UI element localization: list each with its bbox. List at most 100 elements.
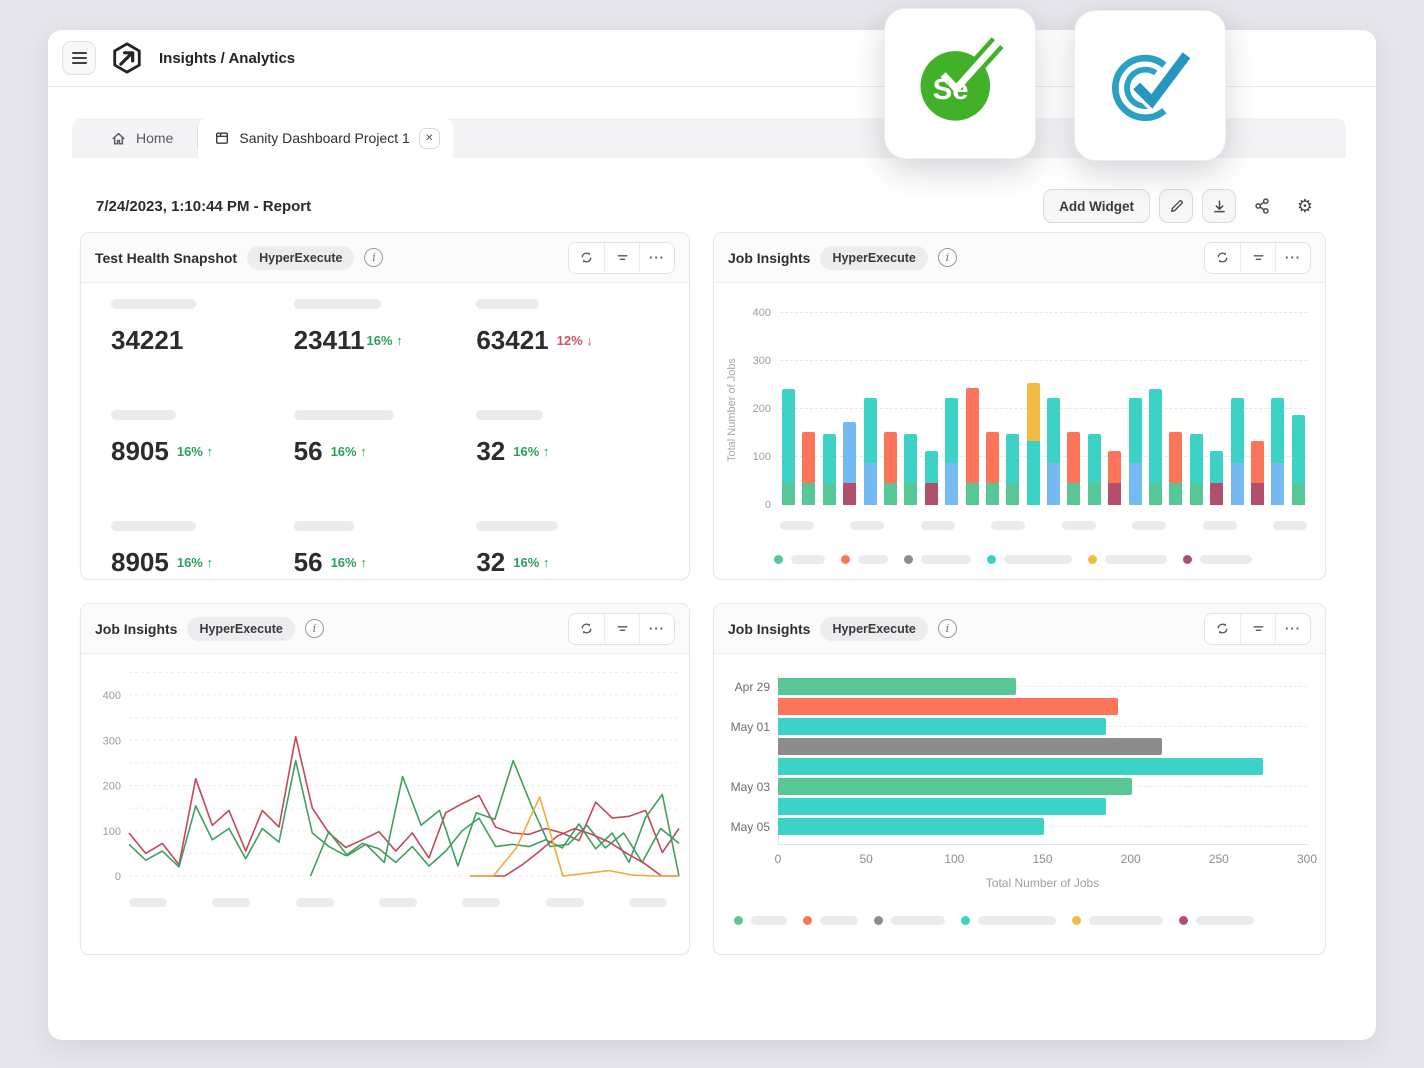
legend-item[interactable] — [1183, 555, 1252, 564]
legend-item[interactable] — [961, 916, 1056, 925]
filter-button[interactable] — [604, 242, 639, 273]
filter-icon — [1253, 255, 1263, 260]
edit-button[interactable] — [1159, 189, 1193, 223]
filter-button[interactable] — [1240, 613, 1275, 644]
tab-active-dashboard[interactable]: Sanity Dashboard Project 1 ✕ — [198, 118, 453, 158]
legend-item[interactable] — [841, 555, 888, 564]
widget-title: Job Insights — [728, 620, 811, 637]
x-label-skeleton — [1202, 521, 1237, 530]
legend-item[interactable] — [1179, 916, 1254, 925]
legend-item[interactable] — [1088, 555, 1167, 564]
widget-test-health-snapshot: Test Health Snapshot HyperExecute i ··· … — [80, 232, 690, 580]
bar-segment — [822, 434, 836, 484]
bar-segment — [1189, 434, 1203, 484]
bar-segment — [985, 432, 999, 484]
widget-title: Test Health Snapshot — [95, 249, 238, 266]
stacked-bar — [802, 432, 816, 505]
selenium-card[interactable]: Se — [884, 8, 1036, 159]
hyperexecute-badge: HyperExecute — [187, 616, 295, 641]
bar-segment — [1169, 483, 1183, 505]
y-tick-label: 200 — [103, 781, 121, 793]
x-label-skeleton — [378, 898, 417, 907]
ellipsis-icon: ··· — [1285, 621, 1301, 636]
stacked-bar — [1291, 415, 1305, 505]
legend-item[interactable] — [1072, 916, 1163, 925]
filter-button[interactable] — [1240, 242, 1275, 273]
legend-item[interactable] — [987, 555, 1072, 564]
stat-delta: 16% ↑ — [330, 555, 367, 570]
legend-item[interactable] — [904, 555, 971, 564]
refresh-icon — [1217, 252, 1228, 263]
stat-block: 32 16% ↑ — [476, 521, 659, 578]
bar-row — [778, 718, 1307, 735]
legend-item[interactable] — [734, 916, 787, 925]
widget-actions: ··· — [568, 612, 675, 645]
download-button[interactable] — [1202, 189, 1236, 223]
pencil-icon — [1170, 199, 1183, 212]
info-icon[interactable]: i — [937, 248, 957, 267]
refresh-button[interactable] — [1205, 613, 1240, 644]
widget-title: Job Insights — [728, 249, 811, 266]
widget-actions: ··· — [568, 241, 675, 274]
bar-segment — [965, 388, 979, 484]
stat-label-skeleton — [293, 299, 381, 309]
stat-delta: 16% ↑ — [366, 333, 403, 348]
stat-label-skeleton — [111, 410, 176, 420]
legend-label-skeleton — [891, 916, 945, 925]
x-label-skeleton — [1272, 521, 1307, 530]
selenium-logo-icon: Se — [920, 36, 1004, 121]
bar-segment — [1006, 434, 1020, 484]
refresh-button[interactable] — [1205, 242, 1240, 273]
more-options-button[interactable]: ··· — [1275, 613, 1310, 644]
x-axis-loading-labels — [129, 898, 667, 907]
widget-job-insights-horizontal-bar: Job Insights HyperExecute i ··· Total Nu… — [713, 603, 1326, 955]
stat-label-skeleton — [293, 410, 394, 420]
codeception-logo-icon — [1112, 49, 1194, 121]
report-header: 7/24/2023, 1:10:44 PM - Report Add Widge… — [96, 188, 1322, 224]
y-tick-label: 100 — [103, 826, 121, 838]
stat-delta: 16% ↑ — [176, 444, 213, 459]
x-label-skeleton — [850, 521, 885, 530]
legend-item[interactable] — [874, 916, 945, 925]
legend-label-skeleton — [1105, 555, 1167, 564]
stat-value-row: 32 16% ↑ — [476, 436, 659, 467]
more-options-button[interactable]: ··· — [1275, 242, 1310, 273]
legend-item[interactable] — [774, 555, 825, 564]
info-icon[interactable]: i — [304, 619, 324, 638]
h-bar — [778, 798, 1106, 815]
line-series — [128, 735, 680, 866]
legend-dot — [961, 916, 970, 925]
chart-legend — [734, 916, 1254, 925]
add-widget-button[interactable]: Add Widget — [1043, 189, 1150, 223]
bar-segment — [1067, 432, 1081, 484]
legend-label-skeleton — [791, 555, 825, 564]
chart-legend — [774, 555, 1252, 564]
home-icon — [112, 132, 125, 145]
filter-button[interactable] — [604, 613, 639, 644]
refresh-button[interactable] — [569, 613, 604, 644]
x-tick-label: 0 — [774, 852, 782, 866]
stat-value-row: 34221 — [111, 325, 294, 356]
ellipsis-icon: ··· — [649, 250, 665, 265]
bar-segment — [945, 463, 959, 505]
tab-home[interactable]: Home — [72, 118, 197, 158]
stat-value-row: 56 16% ↑ — [294, 436, 477, 467]
stacked-bar-chart: 0 100 200 300 400 — [753, 307, 1307, 511]
share-button[interactable] — [1245, 189, 1279, 223]
x-label-skeleton — [991, 521, 1026, 530]
stacked-bar — [1189, 434, 1203, 505]
app-window: Insights / Analytics Home Sanity Dashboa… — [48, 30, 1376, 1040]
menu-icon[interactable] — [62, 41, 96, 75]
more-options-button[interactable]: ··· — [639, 242, 674, 273]
info-icon[interactable]: i — [364, 248, 384, 267]
codeception-card[interactable] — [1074, 10, 1226, 161]
widget-header: Test Health Snapshot HyperExecute i ··· — [81, 233, 689, 283]
more-options-button[interactable]: ··· — [639, 613, 674, 644]
tab-close-icon[interactable]: ✕ — [418, 127, 440, 149]
refresh-button[interactable] — [569, 242, 604, 273]
settings-button[interactable]: ⚙ — [1288, 189, 1322, 223]
h-bar — [778, 698, 1119, 715]
legend-item[interactable] — [803, 916, 858, 925]
info-icon[interactable]: i — [937, 619, 957, 638]
ellipsis-icon: ··· — [1285, 250, 1301, 265]
